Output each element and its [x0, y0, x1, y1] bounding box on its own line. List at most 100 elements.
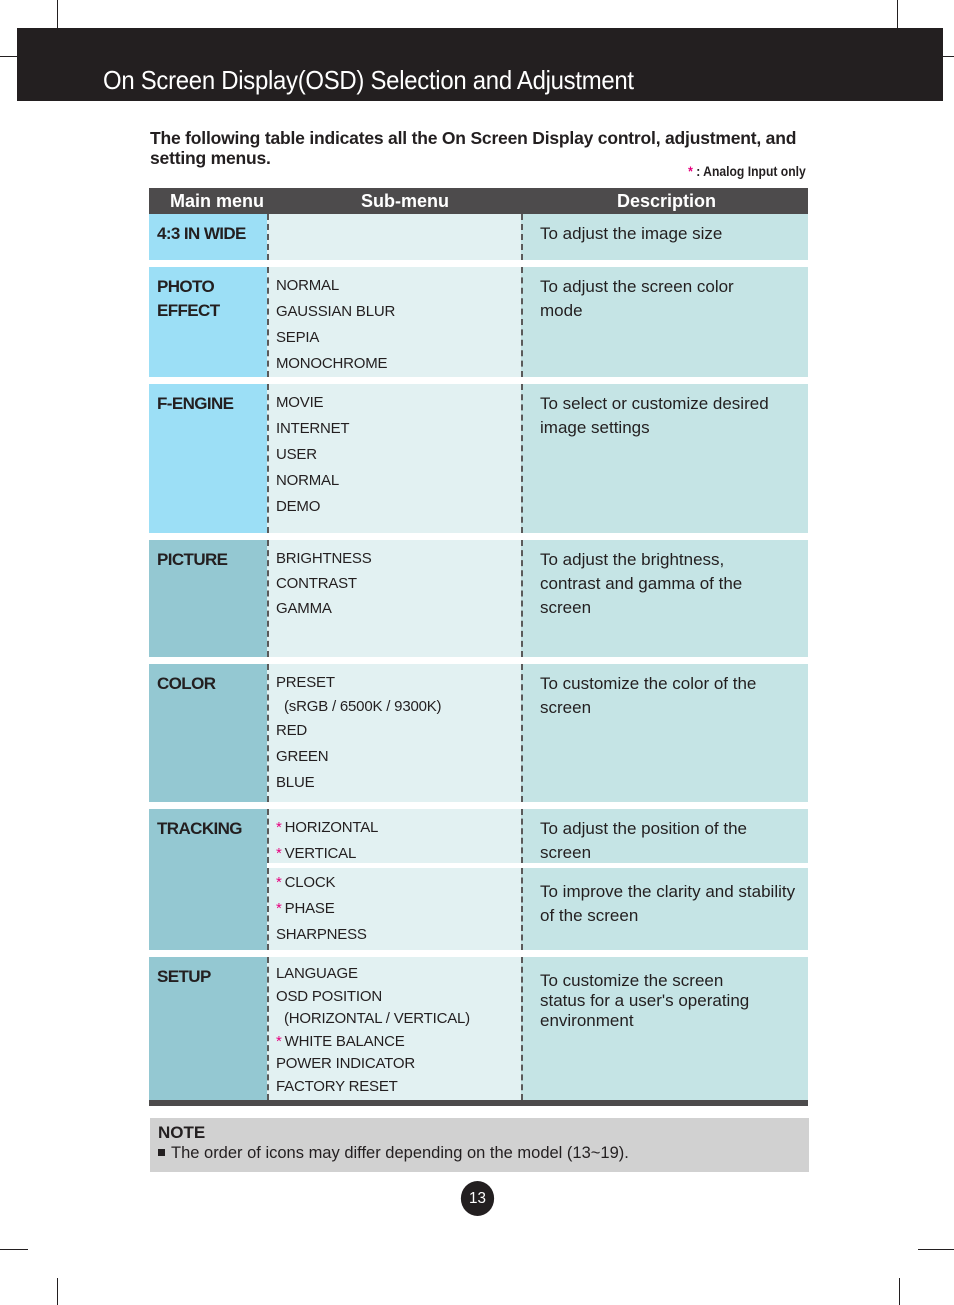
- intro-text: The following table indicates all the On…: [150, 128, 797, 168]
- submenu-item-label: FACTORY RESET: [276, 1077, 398, 1095]
- crop-mark: [57, 0, 58, 28]
- submenu-group: MOVIE INTERNET USER NORMAL DEMO To select or …: [267, 384, 808, 533]
- title-bar: On Screen Display(OSD) Selection and Adj…: [17, 28, 943, 101]
- table-row: PHOTO EFFECT NORMAL GAUSSIAN BLUR SEPIA MONO…: [149, 267, 808, 377]
- submenu-cell: LANGUAGE OSD POSITION (HORIZONTAL / VERTIC…: [267, 957, 521, 1100]
- note-box: NOTE The order of icons may differ depen…: [150, 1118, 809, 1172]
- submenu-item-label: LANGUAGE: [276, 965, 358, 982]
- table-row: F-ENGINE MOVIE INTERNET USER NORMAL DEMO To se…: [149, 384, 808, 533]
- submenu-cell: * HORIZONTAL * VERTICAL: [267, 809, 521, 863]
- table-row: SETUP LANGUAGE OSD POSITION (HORIZONTAL / V…: [149, 957, 808, 1100]
- page-title: On Screen Display(OSD) Selection and Adj…: [103, 65, 634, 95]
- submenu-item: BRIGHTNESS: [276, 546, 521, 571]
- table-body: 4:3 IN WIDE To adjust the image size PHOTO…: [149, 214, 808, 1100]
- submenu-item-label: GAMMA: [276, 600, 332, 617]
- analog-marker-icon: *: [276, 1032, 282, 1050]
- submenu-item-label: DEMO: [276, 498, 321, 515]
- submenu-item-label: RED: [276, 722, 308, 739]
- submenu-item: NORMAL: [276, 468, 521, 494]
- submenu-cell: * CLOCK * PHASE SHARPNESS: [267, 868, 521, 950]
- submenu-group: LANGUAGE OSD POSITION (HORIZONTAL / VERTIC…: [267, 957, 808, 1100]
- main-menu-cell: PICTURE: [149, 540, 267, 657]
- submenu-item: POWER INDICATOR: [276, 1053, 521, 1076]
- crop-mark: [0, 1249, 28, 1250]
- crop-mark: [897, 0, 898, 28]
- crop-mark: [57, 1278, 58, 1305]
- table-row: PICTURE BRIGHTNESS CONTRAST GAMMA To adjust …: [149, 540, 808, 657]
- submenu-item-label: BLUE: [276, 774, 315, 791]
- main-menu-cell: SETUP: [149, 957, 267, 1100]
- submenu-item-label: PHASE: [284, 900, 335, 917]
- bullet-icon: [158, 1149, 165, 1156]
- description-cell: To adjust the position of the screen: [521, 809, 808, 863]
- submenu-groups: MOVIE INTERNET USER NORMAL DEMO To select or …: [267, 384, 808, 533]
- analog-legend-text: : Analog Input only: [696, 164, 806, 179]
- analog-marker-icon: *: [688, 164, 694, 179]
- submenu-item-label: INTERNET: [276, 420, 350, 437]
- submenu-cell: NORMAL GAUSSIAN BLUR SEPIA MONOCHROME: [267, 267, 521, 377]
- osd-menu-table: Main menu Sub-menu Description 4:3 IN WI…: [149, 188, 808, 1106]
- submenu-cell: BRIGHTNESS CONTRAST GAMMA: [267, 540, 521, 657]
- submenu-item-label: CLOCK: [284, 874, 336, 891]
- crop-mark: [899, 1278, 900, 1305]
- submenu-cell: PRESET (sRGB / 6500K / 9300K) RED GREEN BLUE: [267, 664, 521, 802]
- submenu-item: GAMMA: [276, 596, 521, 621]
- main-menu-cell: PHOTO EFFECT: [149, 267, 267, 377]
- submenu-item: MONOCHROME: [276, 351, 521, 377]
- page-number: 13: [460, 1181, 495, 1216]
- submenu-item-label: GREEN: [276, 748, 329, 765]
- submenu-item: GREEN: [276, 744, 521, 770]
- submenu-item-label: (HORIZONTAL / VERTICAL): [284, 1010, 470, 1027]
- submenu-groups: LANGUAGE OSD POSITION (HORIZONTAL / VERTIC…: [267, 957, 808, 1100]
- note-text: The order of icons may differ depending …: [171, 1144, 629, 1162]
- submenu-item: NORMAL: [276, 273, 521, 299]
- submenu-item: * VERTICAL: [276, 841, 521, 867]
- header-sub-menu: Sub-menu: [361, 190, 449, 211]
- submenu-item-label: OSD POSITION: [276, 987, 382, 1005]
- submenu-cell: MOVIE INTERNET USER NORMAL DEMO: [267, 384, 521, 533]
- note-title: NOTE: [158, 1123, 206, 1142]
- description-cell: To adjust the screen color mode: [521, 267, 808, 377]
- submenu-item: GAUSSIAN BLUR: [276, 299, 521, 325]
- submenu-item-label: VERTICAL: [284, 845, 357, 862]
- description-cell: To adjust the image size: [521, 214, 808, 260]
- submenu-item-label: POWER INDICATOR: [276, 1055, 415, 1072]
- main-menu-cell: F-ENGINE: [149, 384, 267, 533]
- description-cell: To customize the screen status for a use…: [521, 957, 808, 1100]
- submenu-group: BRIGHTNESS CONTRAST GAMMA To adjust the bri…: [267, 540, 808, 657]
- header-description: Description: [616, 190, 717, 211]
- submenu-item: CONTRAST: [276, 571, 521, 596]
- main-menu-cell: COLOR: [149, 664, 267, 802]
- submenu-groups: NORMAL GAUSSIAN BLUR SEPIA MONOCHROME To adj…: [267, 267, 808, 377]
- submenu-item-label: MONOCHROME: [276, 355, 388, 372]
- description-cell: To select or customize desired image set…: [521, 384, 808, 533]
- submenu-group: NORMAL GAUSSIAN BLUR SEPIA MONOCHROME To adj…: [267, 267, 808, 377]
- submenu-item: BLUE: [276, 770, 521, 796]
- submenu-item: USER: [276, 442, 521, 468]
- submenu-group: * CLOCK * PHASE SHARPNESS To improve the clar…: [267, 868, 808, 950]
- submenu-group: * HORIZONTAL * VERTICAL To adjust the positi…: [267, 809, 808, 863]
- submenu-item: * CLOCK: [276, 870, 521, 896]
- submenu-item: * PHASE: [276, 896, 521, 922]
- description-cell: To adjust the brightness, contrast and g…: [521, 540, 808, 657]
- crop-mark: [918, 1249, 954, 1250]
- crop-mark: [0, 56, 17, 57]
- submenu-item: RED: [276, 718, 521, 744]
- submenu-groups: * HORIZONTAL * VERTICAL To adjust the positi…: [267, 809, 808, 950]
- analog-marker-icon: *: [276, 819, 282, 836]
- submenu-item: DEMO: [276, 494, 521, 520]
- submenu-item: FACTORY RESET: [276, 1076, 521, 1099]
- submenu-item-label: USER: [276, 446, 317, 463]
- submenu-item: SHARPNESS: [276, 922, 521, 948]
- submenu-group: To adjust the image size: [267, 214, 808, 260]
- analog-marker-icon: *: [276, 900, 282, 917]
- table-row: COLOR PRESET (sRGB / 6500K / 9300K) RED GREE…: [149, 664, 808, 802]
- main-menu-cell: 4:3 IN WIDE: [149, 214, 267, 260]
- description-cell: To improve the clarity and stability of …: [521, 868, 808, 950]
- submenu-item-label: GAUSSIAN BLUR: [276, 303, 396, 320]
- submenu-item-label: BRIGHTNESS: [276, 550, 372, 567]
- submenu-item: (sRGB / 6500K / 9300K): [276, 696, 521, 718]
- table-row: 4:3 IN WIDE To adjust the image size: [149, 214, 808, 260]
- submenu-item-label: WHITE BALANCE: [284, 1032, 405, 1050]
- submenu-item-label: SEPIA: [276, 329, 320, 346]
